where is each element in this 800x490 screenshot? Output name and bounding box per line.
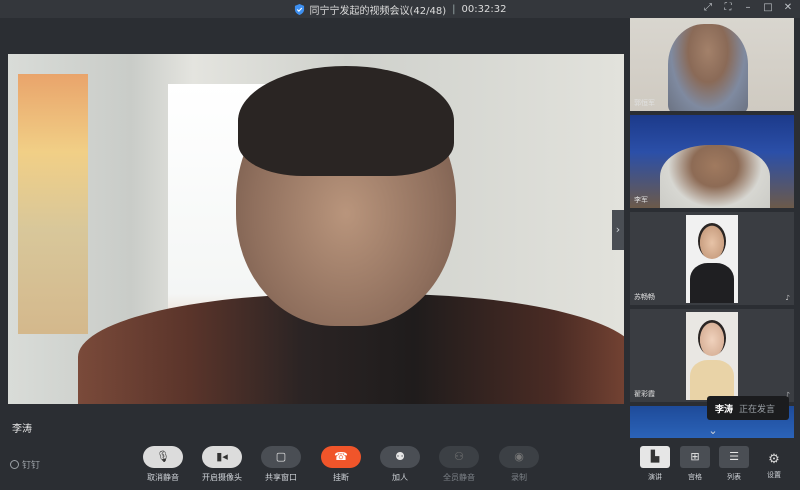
share-icon: ▢	[261, 446, 301, 468]
share-out-icon[interactable]: ⤢	[702, 2, 714, 14]
speaker-view-button[interactable]: ▙ 演讲	[638, 446, 672, 486]
add-person-icon: ⚉	[380, 446, 420, 468]
speaker-hair	[238, 66, 454, 176]
maximize-icon[interactable]: □	[762, 2, 774, 14]
shield-icon	[294, 3, 304, 15]
camera-off-icon: ▮◂	[202, 446, 242, 468]
record-icon: ◉	[499, 446, 539, 468]
mic-icon: ♪	[785, 294, 790, 302]
mute-all-icon: ⚇	[439, 446, 479, 468]
speaking-status: 正在发言	[739, 404, 776, 415]
collapse-panel-button[interactable]: ›	[612, 210, 624, 250]
camera-button[interactable]: ▮◂ 开启摄像头	[200, 446, 244, 486]
title-bar: 同宁宁发起的视频会议(42/48) | 00:32:32 ⤢ ⛶ – □ ✕	[0, 0, 800, 18]
settings-button[interactable]: ⚙ 设置	[760, 452, 788, 480]
chevron-down-icon[interactable]: ⌄	[705, 424, 721, 437]
participant-tile[interactable]: 郭恒军	[630, 18, 794, 111]
grid-view-button[interactable]: ⊞ 宫格	[678, 446, 712, 486]
mute-all-button[interactable]: ⚇ 全员静音	[437, 446, 481, 486]
participant-tile[interactable]: 李军	[630, 115, 794, 208]
participant-video	[668, 24, 748, 111]
wall-poster	[18, 74, 88, 334]
title-separator: |	[452, 3, 456, 15]
participant-name: 苏畅畅	[634, 293, 655, 301]
close-icon[interactable]: ✕	[782, 2, 794, 14]
participant-tile[interactable]: 苏畅畅 ♪	[630, 212, 794, 305]
unmute-button[interactable]: 🎙 取消静音	[141, 446, 185, 486]
hangup-icon: ☎	[321, 446, 361, 468]
add-person-button[interactable]: ⚉ 加人	[378, 446, 422, 486]
meeting-timer: 00:32:32	[461, 3, 507, 15]
main-speaker-name: 李涛	[12, 424, 32, 435]
participant-avatar	[686, 215, 738, 303]
hangup-button[interactable]: ☎ 挂断	[319, 446, 363, 486]
grid-view-icon: ⊞	[680, 446, 710, 468]
share-window-button[interactable]: ▢ 共享窗口	[259, 446, 303, 486]
window-controls: ⤢ ⛶ – □ ✕	[702, 2, 794, 14]
participant-video	[660, 145, 770, 208]
brand-logo: 钉钉	[10, 458, 40, 471]
speaking-tooltip: 李涛 正在发言	[707, 396, 789, 420]
participant-name: 郭恒军	[634, 99, 655, 107]
main-video[interactable]	[8, 54, 624, 404]
speaker-view-icon: ▙	[640, 446, 670, 468]
participant-tile[interactable]: 翟彩霞 ♪	[630, 309, 794, 402]
fullscreen-icon[interactable]: ⛶	[722, 2, 734, 14]
mic-off-icon: 🎙	[143, 446, 183, 468]
list-view-button[interactable]: ☰ 列表	[717, 446, 751, 486]
participant-name: 翟彩霞	[634, 390, 655, 398]
gear-icon: ⚙	[768, 452, 780, 467]
brand-name: 钉钉	[22, 461, 41, 471]
participant-name: 李军	[634, 196, 648, 204]
minimize-icon[interactable]: –	[742, 2, 754, 14]
list-view-icon: ☰	[719, 446, 749, 468]
record-button[interactable]: ◉ 录制	[497, 446, 541, 486]
logo-icon	[10, 460, 19, 469]
bottom-toolbar: 钉钉 🎙 取消静音 ▮◂ 开启摄像头 ▢ 共享窗口 ☎ 挂断 ⚉ 加人 ⚇ 全员…	[0, 438, 800, 490]
speaking-name: 李涛	[715, 404, 734, 415]
meeting-title: 同宁宁发起的视频会议(42/48)	[309, 5, 447, 17]
participant-avatar	[686, 312, 738, 400]
